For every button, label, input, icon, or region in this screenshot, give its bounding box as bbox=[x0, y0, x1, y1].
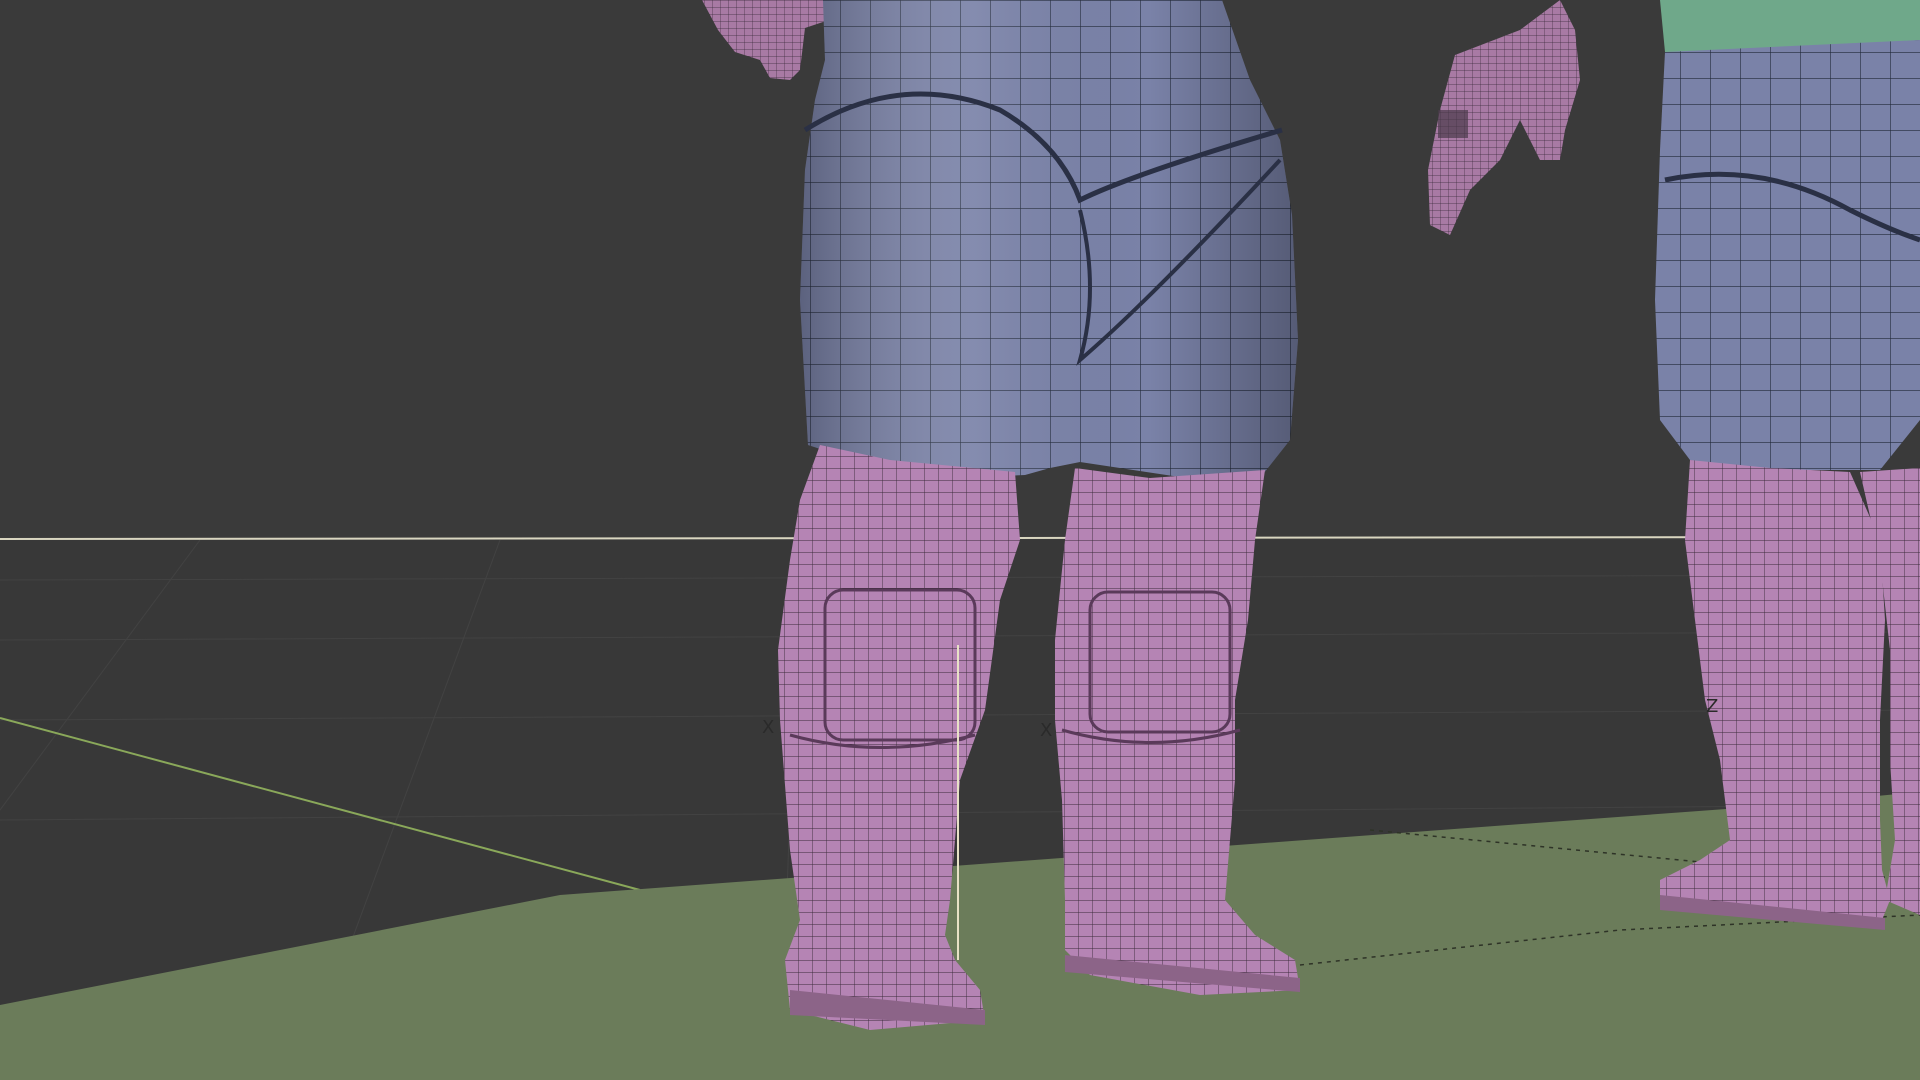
3d-viewport[interactable]: X X Z bbox=[0, 0, 1920, 1080]
empty-label-x-1: X bbox=[762, 717, 774, 738]
empty-label-x-2: X bbox=[1040, 720, 1052, 741]
suit-hips-mesh-2[interactable] bbox=[1655, 40, 1920, 470]
hand-strap bbox=[1438, 110, 1468, 138]
suit-hips-shading bbox=[800, 0, 1298, 480]
viewport-scene[interactable]: X X Z bbox=[0, 0, 1920, 1080]
empty-label-z: Z bbox=[1706, 696, 1718, 717]
